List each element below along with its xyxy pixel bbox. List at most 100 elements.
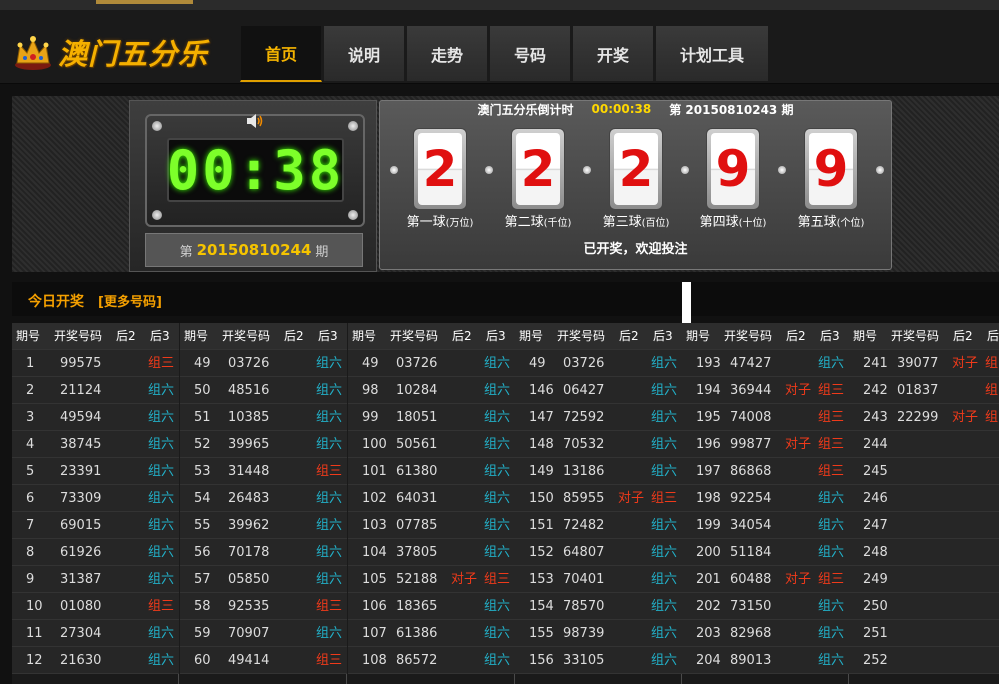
issue-cell: 198 bbox=[696, 491, 721, 506]
speaker-icon[interactable] bbox=[246, 113, 264, 129]
code-cell: 69015 bbox=[60, 518, 102, 533]
column-header: 开奖号码 bbox=[390, 329, 439, 343]
ball-label-position: (个位) bbox=[836, 218, 865, 229]
table-row: 100 50561 组六 bbox=[348, 431, 515, 458]
ball-label-position: (万位) bbox=[445, 218, 474, 229]
result-header-issue: 第 20150810243 期 bbox=[669, 102, 794, 117]
nav-tab[interactable]: 开奖 bbox=[572, 25, 654, 82]
table-row: 106 18365 组六 bbox=[348, 593, 515, 620]
issue-cell: 197 bbox=[696, 464, 721, 479]
issue-cell: 56 bbox=[194, 545, 211, 560]
issue-cell: 204 bbox=[696, 653, 721, 668]
issue-cell: 106 bbox=[362, 599, 387, 614]
code-cell: 98739 bbox=[563, 626, 605, 641]
issue-cell: 102 bbox=[362, 491, 387, 506]
code-cell: 10385 bbox=[228, 410, 270, 425]
last3-cell: 组六 bbox=[651, 356, 678, 371]
table-row: 152 64807 组六 bbox=[515, 539, 682, 566]
ball-label: 第五球(个位) bbox=[791, 211, 871, 230]
table-row: 4 38745 组六 bbox=[12, 431, 179, 458]
issue-cell: 105 bbox=[362, 572, 387, 587]
code-cell: 89013 bbox=[730, 653, 772, 668]
last3-cell: 组六 bbox=[484, 464, 511, 479]
issue-cell: 201 bbox=[696, 572, 721, 587]
issue-cell: 246 bbox=[863, 491, 888, 506]
table-row: 3 49594 组六 bbox=[12, 404, 179, 431]
code-cell: 47427 bbox=[730, 356, 772, 371]
last3-cell: 组六 bbox=[316, 437, 343, 452]
issue-cell: 150 bbox=[529, 491, 554, 506]
code-cell: 33105 bbox=[563, 653, 605, 668]
last3-cell: 组六 bbox=[818, 491, 845, 506]
code-cell: 92535 bbox=[228, 599, 270, 614]
table-row: 242 01837 组 bbox=[849, 377, 999, 404]
table-column-group: 期号 开奖号码 后2 后3 49 03726 组六 98 10284 组六 99 18051 组六 100… bbox=[348, 323, 515, 684]
last3-cell: 组六 bbox=[148, 437, 175, 452]
last3-cell: 组三 bbox=[818, 464, 845, 479]
table-row: 245 bbox=[849, 458, 999, 485]
screw-icon bbox=[152, 121, 162, 131]
result-ball: 2 bbox=[609, 128, 663, 210]
code-cell: 49594 bbox=[60, 410, 102, 425]
table-row: 146 06427 组六 bbox=[515, 377, 682, 404]
ball-label-text: 第一球 bbox=[406, 215, 446, 230]
table-row: 56 70178 组六 bbox=[180, 539, 347, 566]
nav-tab[interactable]: 首页 bbox=[240, 25, 322, 82]
column-header: 期号 bbox=[519, 329, 544, 343]
nav-tab[interactable]: 走势 bbox=[406, 25, 488, 82]
code-cell: 70178 bbox=[228, 545, 270, 560]
more-numbers-link[interactable]: [更多号码] bbox=[98, 291, 162, 310]
issue-cell: 149 bbox=[529, 464, 554, 479]
logo[interactable]: 澳门五分乐 bbox=[12, 30, 208, 74]
screw-icon bbox=[152, 210, 162, 220]
last3-cell: 组六 bbox=[148, 572, 175, 587]
column-header: 后3 bbox=[820, 329, 840, 343]
last3-cell: 组六 bbox=[651, 464, 678, 479]
column-header: 后2 bbox=[284, 329, 304, 343]
table-row: 50 48516 组六 bbox=[180, 377, 347, 404]
last3-cell: 组六 bbox=[651, 572, 678, 587]
table-row: 247 bbox=[849, 512, 999, 539]
code-cell: 86868 bbox=[730, 464, 772, 479]
table-row: 104 37805 组六 bbox=[348, 539, 515, 566]
last2-cell: 对子 bbox=[618, 491, 645, 506]
last3-cell: 组三 bbox=[818, 572, 845, 587]
last3-cell: 组六 bbox=[484, 545, 511, 560]
issue-cell: 199 bbox=[696, 518, 721, 533]
issue-cell: 50 bbox=[194, 383, 211, 398]
table-row: 54 26483 组六 bbox=[180, 485, 347, 512]
nav-tab[interactable]: 说明 bbox=[323, 25, 405, 82]
result-ball: 9 bbox=[706, 128, 760, 210]
column-header: 后3 bbox=[150, 329, 170, 343]
code-cell: 48516 bbox=[228, 383, 270, 398]
issue-cell: 249 bbox=[863, 572, 888, 587]
issue-cell: 195 bbox=[696, 410, 721, 425]
column-header: 后2 bbox=[953, 329, 973, 343]
table-row: 105 52188 对子 组三 bbox=[348, 566, 515, 593]
code-cell: 22299 bbox=[897, 410, 939, 425]
screw-icon bbox=[348, 121, 358, 131]
table-row: 49 03726 组六 bbox=[348, 350, 515, 377]
code-cell: 23391 bbox=[60, 464, 102, 479]
ball-label-position: (百位) bbox=[641, 218, 670, 229]
table-row: 193 47427 组六 bbox=[682, 350, 849, 377]
table-row: 10 01080 组三 bbox=[12, 593, 179, 620]
column-header: 期号 bbox=[686, 329, 711, 343]
code-cell: 01837 bbox=[897, 383, 939, 398]
last3-cell: 组三 bbox=[818, 437, 845, 452]
nav-tab[interactable]: 号码 bbox=[489, 25, 571, 82]
last3-cell: 组六 bbox=[818, 626, 845, 641]
code-cell: 61386 bbox=[396, 626, 438, 641]
table-row: 153 70401 组六 bbox=[515, 566, 682, 593]
column-header: 期号 bbox=[184, 329, 209, 343]
last3-cell: 组三 bbox=[148, 356, 175, 371]
code-cell: 73309 bbox=[60, 491, 102, 506]
code-cell: 31387 bbox=[60, 572, 102, 587]
code-cell: 21124 bbox=[60, 383, 102, 398]
ball-label: 第一球(万位) bbox=[400, 211, 480, 230]
table-row: 150 85955 对子 组三 bbox=[515, 485, 682, 512]
nav-tab[interactable]: 计划工具 bbox=[655, 25, 769, 82]
next-issue-suffix: 期 bbox=[315, 244, 329, 260]
last3-cell: 组三 bbox=[316, 653, 343, 668]
issue-cell: 10 bbox=[26, 599, 43, 614]
